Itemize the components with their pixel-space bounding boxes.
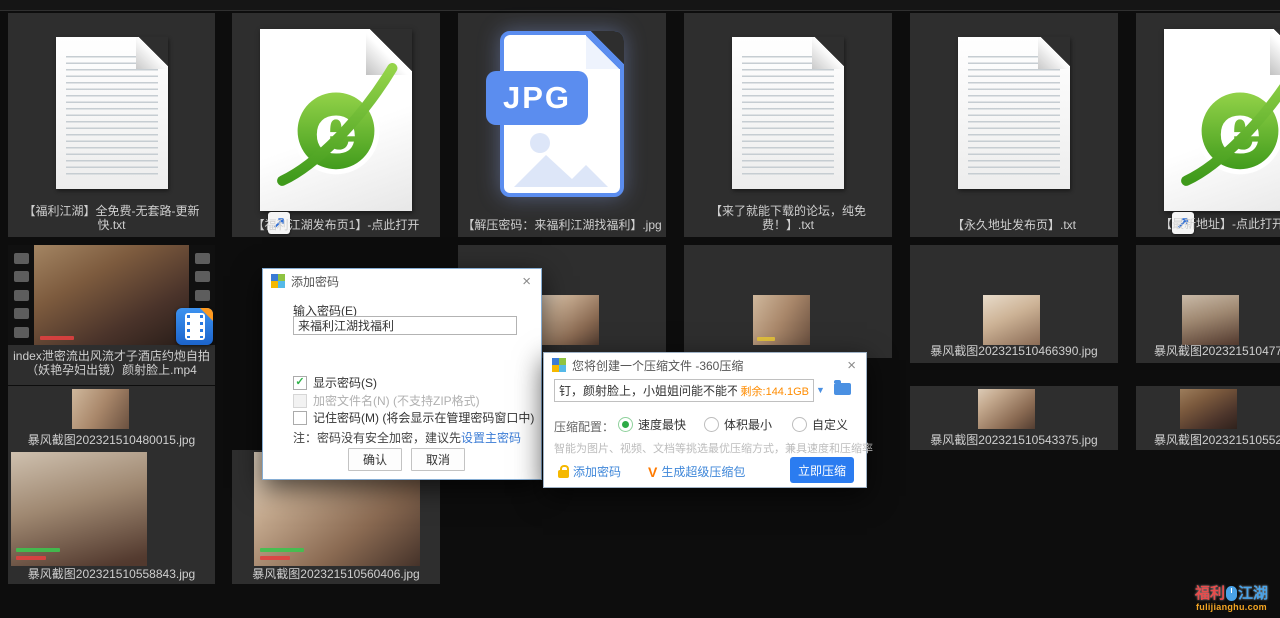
remember-password-checkbox[interactable]: 记住密码(M) (将会显示在管理密码窗口中) xyxy=(293,409,534,426)
file-label: 暴风截图202321510466390.jpg xyxy=(914,344,1114,358)
dialog-app-icon xyxy=(271,274,285,288)
media-player-badge-icon xyxy=(176,308,213,345)
text-file-icon xyxy=(958,37,1070,189)
file-tile-browser-shortcut-2[interactable]: e ↗ 【最新地址】-点此打开 xyxy=(1136,13,1280,237)
add-password-dialog: 添加密码 × 输入密码(E) ✓ 显示密码(S) 加密文件名(N) (不支持ZI… xyxy=(262,268,542,480)
close-icon[interactable]: × xyxy=(845,358,858,373)
compress-config-label: 压缩配置： xyxy=(554,418,614,435)
photo-thumbnail xyxy=(11,452,147,566)
disk-space-left: 剩余:144.1GB xyxy=(741,383,809,399)
show-password-checkbox[interactable]: ✓ 显示密码(S) xyxy=(293,374,377,391)
file-tile-txt-1[interactable]: 【福利江湖】全免费-无套路-更新快.txt xyxy=(8,13,215,237)
file-label: 暴风截图202321510552 xyxy=(1154,433,1280,447)
file-tile-jpg-icon[interactable]: JPG 【解压密码：来福利江湖找福利】.jpg xyxy=(458,13,666,237)
video-thumbnail xyxy=(34,245,189,345)
browser-file-icon: e ↗ xyxy=(1164,29,1280,211)
photo-thumbnail xyxy=(1180,389,1237,429)
checkbox-unchecked-icon xyxy=(293,411,307,425)
browser-file-icon: e ↗ xyxy=(260,29,412,211)
chevron-down-icon[interactable]: ▼ xyxy=(816,385,825,395)
dialog-app-icon xyxy=(552,358,566,372)
dialog-titlebar[interactable]: 您将创建一个压缩文件 -360压缩 × xyxy=(544,353,866,377)
encrypt-filename-checkbox: 加密文件名(N) (不支持ZIP格式) xyxy=(293,392,480,409)
set-master-password-link[interactable]: 设置主密码 xyxy=(461,431,521,445)
brand-right: 江湖 xyxy=(1238,585,1268,602)
green-e-browser-icon: e xyxy=(1176,63,1280,191)
file-tile-txt-2[interactable]: 【来了就能下载的论坛，纯免费！】.txt xyxy=(684,13,892,237)
radio-smallest[interactable]: 体积最小 xyxy=(704,416,772,433)
file-tile-browser-shortcut-1[interactable]: e ↗ 【福利江湖发布页1】-点此打开 xyxy=(232,13,440,237)
security-note: 注：密码没有安全加密，建议先设置主密码 xyxy=(293,429,521,446)
cancel-button[interactable]: 取消 xyxy=(411,448,465,471)
text-file-icon xyxy=(56,37,168,189)
v-badge-icon: V xyxy=(648,464,657,480)
dialog-title: 您将创建一个压缩文件 -360压缩 xyxy=(572,357,839,374)
create-archive-dialog: 您将创建一个压缩文件 -360压缩 × 钉，颜射脸上，小姐姐问能不能不拍脸 - … xyxy=(543,352,867,488)
file-tile-video[interactable]: index泄密流出风流才子酒店约炮自拍（妖艳孕妇出镜）颜射脸上.mp4 xyxy=(8,245,215,385)
file-label: 暴风截图202321510543375.jpg xyxy=(914,433,1114,447)
brand-domain: fulijianghu.com xyxy=(1195,602,1268,612)
confirm-button[interactable]: 确认 xyxy=(348,448,402,471)
super-zip-link[interactable]: V 生成超级压缩包 xyxy=(648,463,745,480)
file-label: 【福利江湖】全免费-无套路-更新快.txt xyxy=(12,204,211,232)
text-file-icon xyxy=(732,37,844,189)
archive-filename: 钉，颜射脸上，小姐姐问能不能不拍脸 - 副本.zip xyxy=(559,382,737,399)
file-label: 【永久地址发布页】.txt xyxy=(914,218,1114,232)
file-tile-photo-466390[interactable]: 暴风截图202321510466390.jpg xyxy=(910,245,1118,363)
file-tile-photo-552[interactable]: 暴风截图202321510552 xyxy=(1136,386,1280,450)
jpg-file-icon: JPG xyxy=(500,31,624,197)
green-e-browser-icon: e xyxy=(272,63,400,191)
photo-thumbnail xyxy=(978,389,1035,429)
photo-thumbnail xyxy=(72,389,129,429)
radio-unselected-icon xyxy=(792,417,807,432)
dialog-title: 添加密码 xyxy=(291,273,514,290)
photo-thumbnail xyxy=(983,295,1040,345)
file-label: index泄密流出风流才子酒店约炮自拍（妖艳孕妇出镜）颜射脸上.mp4 xyxy=(12,349,211,377)
mouse-icon xyxy=(1226,586,1237,601)
file-label: 暴风截图202321510558843.jpg xyxy=(12,567,211,581)
radio-custom[interactable]: 自定义 xyxy=(792,416,848,433)
top-strip xyxy=(0,0,1280,11)
password-input[interactable] xyxy=(293,316,517,335)
radio-selected-icon xyxy=(618,417,633,432)
photo-thumbnail xyxy=(1182,295,1239,345)
file-manager-window: 【福利江湖】全免费-无套路-更新快.txt e ↗ 【福利江湖发布页1】-点此打… xyxy=(0,0,1280,618)
file-label: 暴风截图202321510477 xyxy=(1154,344,1280,358)
file-tile-photo-hidden-2[interactable] xyxy=(684,245,892,358)
photo-thumbnail xyxy=(542,295,599,345)
add-password-link[interactable]: 添加密码 xyxy=(558,463,621,480)
file-tile-photo-480015[interactable]: 暴风截图202321510480015.jpg xyxy=(8,386,215,450)
photo-thumbnail xyxy=(753,295,810,345)
image-placeholder-icon xyxy=(508,131,612,189)
brand-left: 福利 xyxy=(1195,585,1225,602)
radio-unselected-icon xyxy=(704,417,719,432)
checkbox-disabled-icon xyxy=(293,394,307,408)
file-label: 【解压密码：来福利江湖找福利】.jpg xyxy=(462,218,662,232)
compress-hint: 智能为图片、视频、文档等挑选最优压缩方式，兼具速度和压缩率 xyxy=(554,440,873,456)
checkbox-checked-icon: ✓ xyxy=(293,376,307,390)
compress-now-button[interactable]: 立即压缩 xyxy=(790,457,854,483)
file-tile-photo-543375[interactable]: 暴风截图202321510543375.jpg xyxy=(910,386,1118,450)
close-icon[interactable]: × xyxy=(520,274,533,289)
lock-icon xyxy=(558,470,569,478)
browse-folder-icon[interactable] xyxy=(834,383,851,395)
jpg-badge: JPG xyxy=(486,71,588,125)
archive-name-input[interactable]: 钉，颜射脸上，小姐姐问能不能不拍脸 - 副本.zip 剩余:144.1GB xyxy=(554,379,814,402)
file-label: 暴风截图202321510560406.jpg xyxy=(236,567,436,581)
file-tile-photo-477[interactable]: 暴风截图202321510477 xyxy=(1136,245,1280,363)
file-tile-txt-3[interactable]: 【永久地址发布页】.txt xyxy=(910,13,1118,237)
dialog-titlebar[interactable]: 添加密码 × xyxy=(263,269,541,293)
file-label: 【来了就能下载的论坛，纯免费！】.txt xyxy=(688,204,888,232)
file-tile-photo-558843[interactable]: 暴风截图202321510558843.jpg xyxy=(8,450,215,584)
site-watermark: 福利江湖 fulijianghu.com xyxy=(1195,585,1268,612)
radio-fastest[interactable]: 速度最快 xyxy=(618,416,686,433)
file-label: 暴风截图202321510480015.jpg xyxy=(12,433,211,447)
file-label: 【福利江湖发布页1】-点此打开 xyxy=(236,218,436,232)
filmstrip-icon xyxy=(8,245,215,345)
file-label: 【最新地址】-点此打开 xyxy=(1160,217,1280,231)
